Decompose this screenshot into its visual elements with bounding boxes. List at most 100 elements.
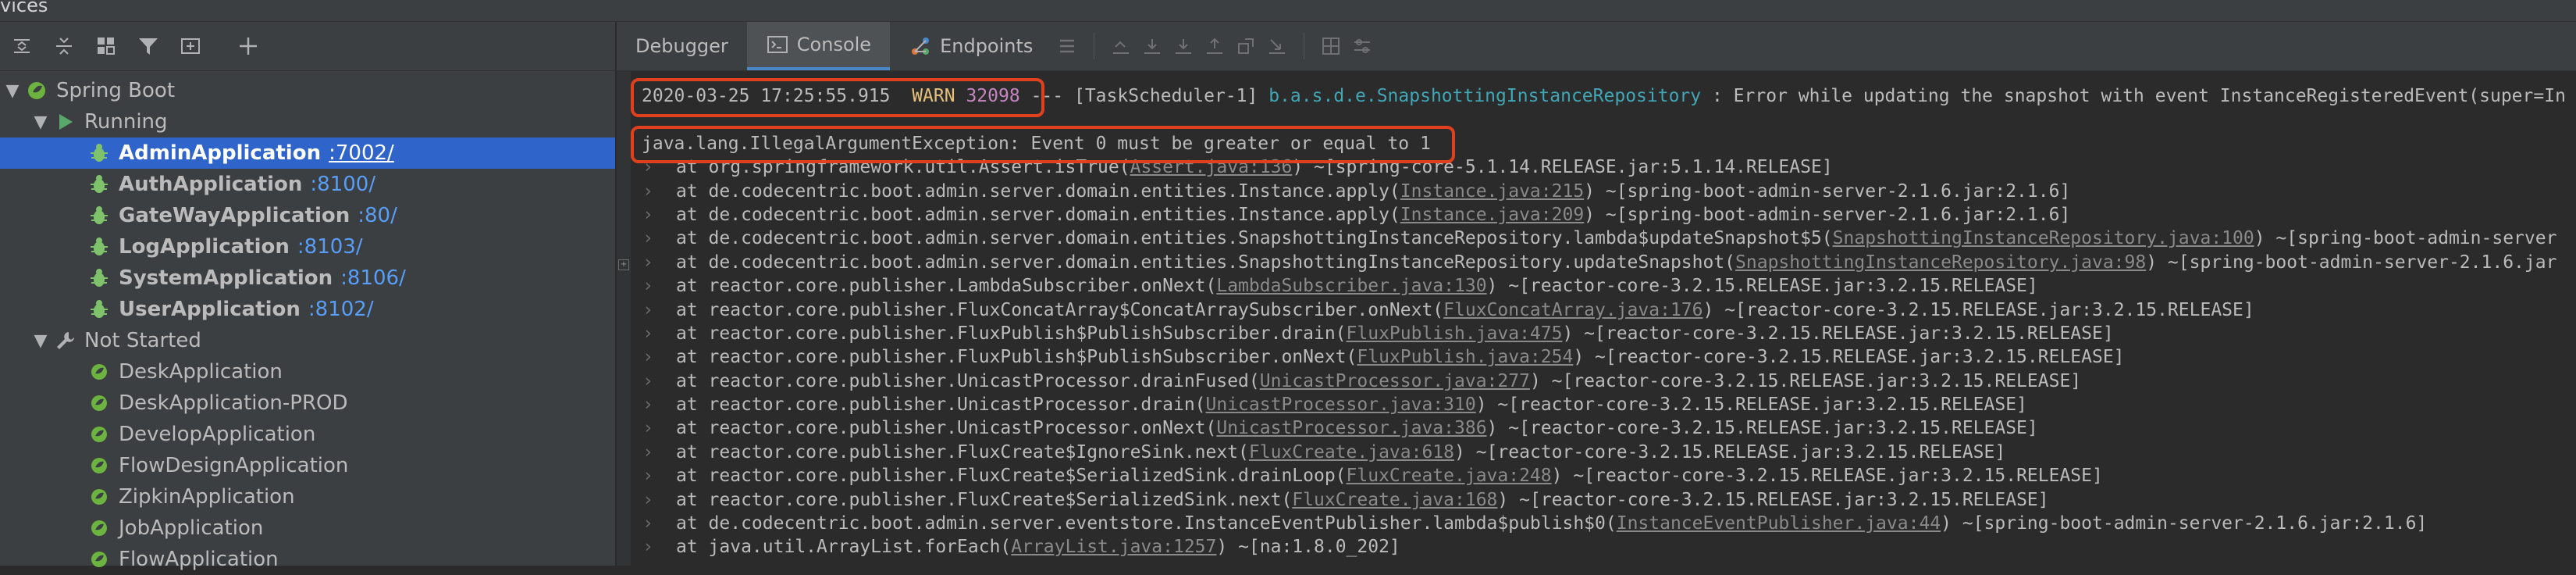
step-into-icon[interactable] xyxy=(1168,30,1199,62)
drop-frame-icon[interactable] xyxy=(1230,30,1261,62)
tree-item-flow-design-application[interactable]: FlowDesignApplication xyxy=(0,450,615,481)
source-link[interactable]: Instance.java:209 xyxy=(1400,205,1584,225)
console-output[interactable]: 2020-03-25 17:25:55.915 WARN 32098 --- [… xyxy=(631,78,2576,559)
tree-node-running[interactable]: ▼ Running xyxy=(0,106,615,138)
tree-item-develop-application[interactable]: DevelopApplication xyxy=(0,419,615,450)
stack-frame-line: › at de.codecentric.boot.admin.server.dom… xyxy=(631,180,2576,203)
chevron-right-icon[interactable]: › xyxy=(631,322,665,345)
source-link[interactable]: FluxCreate.java:168 xyxy=(1292,490,1497,510)
chevron-right-icon[interactable]: › xyxy=(631,488,665,512)
chevron-right-icon[interactable]: › xyxy=(631,416,665,440)
evaluate-expression-icon[interactable] xyxy=(1315,30,1347,62)
stack-frame-jar: ) ~[reactor-core-3.2.15.RELEASE.jar:3.2.… xyxy=(1497,489,2049,510)
tree-item-job-application[interactable]: JobApplication xyxy=(0,512,615,544)
tree-item-flow-application[interactable]: FlowApplication xyxy=(0,544,615,575)
chevron-right-icon[interactable]: › xyxy=(631,298,665,322)
stack-frame-method: at java.util.ArrayList.forEach( xyxy=(676,537,1012,558)
tab-endpoints[interactable]: Endpoints xyxy=(890,22,1051,70)
tree-item-zipkin-application[interactable]: ZipkinApplication xyxy=(0,481,615,512)
step-out-icon[interactable] xyxy=(1199,30,1230,62)
chevron-right-icon[interactable]: › xyxy=(631,393,665,416)
tree-item-user-application[interactable]: UserApplication :8102/ xyxy=(0,294,615,325)
source-link[interactable]: FluxPublish.java:475 xyxy=(1347,323,1563,344)
tree-node-spring-boot[interactable]: ▼ Spring Boot xyxy=(0,75,615,106)
chevron-right-icon[interactable]: › xyxy=(631,180,665,203)
chevron-right-icon[interactable]: › xyxy=(631,370,665,393)
source-link[interactable]: SnapshottingInstanceRepository.java:100 xyxy=(1833,228,2254,248)
layout-menu-icon[interactable] xyxy=(1051,30,1083,62)
new-window-icon[interactable] xyxy=(173,29,208,63)
source-link[interactable]: SnapshottingInstanceRepository.java:98 xyxy=(1735,252,2146,273)
stack-frame-line: › at reactor.core.publisher.FluxCreate$Se… xyxy=(631,464,2576,488)
tab-console-label: Console xyxy=(796,34,872,55)
app-port-link[interactable]: :8103/ xyxy=(297,235,363,259)
tab-debugger-label: Debugger xyxy=(635,35,728,57)
expand-arrow-icon[interactable]: ▼ xyxy=(30,331,52,351)
source-link[interactable]: UnicastProcessor.java:310 xyxy=(1206,395,1476,415)
bug-run-icon xyxy=(86,234,112,260)
trace-icon[interactable] xyxy=(1347,30,1378,62)
tree-item-admin-application[interactable]: AdminApplication :7002/ xyxy=(0,138,615,169)
chevron-right-icon[interactable]: › xyxy=(631,203,665,227)
source-link[interactable]: InstanceEventPublisher.java:44 xyxy=(1617,513,1941,534)
source-link[interactable]: FluxConcatArray.java:176 xyxy=(1443,300,1703,320)
services-panel: ▼ Spring Boot ▼ Running AdminApplication… xyxy=(0,22,620,571)
group-icon[interactable] xyxy=(89,29,123,63)
tree-item-gateway-application[interactable]: GateWayApplication :80/ xyxy=(0,200,615,231)
collapse-all-icon[interactable] xyxy=(47,29,81,63)
chevron-right-icon[interactable]: › xyxy=(631,274,665,298)
source-link[interactable]: ArrayList.java:1257 xyxy=(1011,537,1216,557)
stack-frame-method: at reactor.core.publisher.UnicastProcess… xyxy=(676,418,1217,439)
tree-item-desk-application-prod[interactable]: DeskApplication-PROD xyxy=(0,388,615,419)
app-name: UserApplication xyxy=(119,298,301,321)
step-over-icon[interactable] xyxy=(1137,30,1168,62)
stack-frame-method: at reactor.core.publisher.FluxPublish$Pu… xyxy=(676,323,1347,344)
tree-item-auth-application[interactable]: AuthApplication :8100/ xyxy=(0,169,615,200)
expand-arrow-icon[interactable]: ▼ xyxy=(2,81,23,101)
tree-item-desk-application[interactable]: DeskApplication xyxy=(0,356,615,388)
chevron-right-icon[interactable]: › xyxy=(631,441,665,464)
chevron-right-icon[interactable]: › xyxy=(631,512,665,535)
source-link[interactable]: Instance.java:215 xyxy=(1400,181,1584,202)
app-port-link[interactable]: :80/ xyxy=(358,204,397,227)
app-name: DevelopApplication xyxy=(119,423,316,446)
app-port-link[interactable]: :8102/ xyxy=(308,298,374,321)
app-port-link[interactable]: :8106/ xyxy=(340,266,406,290)
run-to-cursor-icon[interactable] xyxy=(1261,30,1293,62)
output-tabs: Debugger Console Endpoints xyxy=(617,22,2576,71)
add-icon[interactable] xyxy=(231,29,265,63)
filter-icon[interactable] xyxy=(131,29,165,63)
expand-all-icon[interactable] xyxy=(5,29,39,63)
source-link[interactable]: LambdaSubscriber.java:130 xyxy=(1216,276,1486,296)
bug-run-icon xyxy=(86,296,112,323)
tree-item-log-application[interactable]: LogApplication :8103/ xyxy=(0,231,615,262)
source-link[interactable]: FluxCreate.java:248 xyxy=(1347,466,1552,486)
source-link[interactable]: FluxCreate.java:618 xyxy=(1249,442,1454,462)
stack-frame-method: at reactor.core.publisher.UnicastProcess… xyxy=(676,370,1260,391)
tree-node-not-started[interactable]: ▼ Not Started xyxy=(0,325,615,356)
source-link[interactable]: UnicastProcessor.java:386 xyxy=(1216,418,1486,438)
log-message: : Error while updating the snapshot with… xyxy=(1711,86,2566,106)
stack-frame-jar: ) ~[spring-boot-admin-server-2.1.6.jar:2… xyxy=(1584,204,2071,225)
source-link[interactable]: UnicastProcessor.java:277 xyxy=(1260,371,1530,391)
chevron-right-icon[interactable]: › xyxy=(631,251,665,274)
chevron-right-icon[interactable]: › xyxy=(631,535,665,559)
stack-frame-method: at de.codecentric.boot.admin.server.doma… xyxy=(676,228,1833,249)
stack-frame-line: › at reactor.core.publisher.UnicastProces… xyxy=(631,416,2576,440)
chevron-right-icon[interactable]: › xyxy=(631,227,665,250)
tree-item-system-application[interactable]: SystemApplication :8106/ xyxy=(0,262,615,294)
chevron-right-icon[interactable]: › xyxy=(631,464,665,488)
chevron-right-icon[interactable]: › xyxy=(631,345,665,369)
tab-console[interactable]: Console xyxy=(746,22,891,70)
tab-debugger[interactable]: Debugger xyxy=(617,22,747,70)
stack-frame-method: at reactor.core.publisher.FluxCreate$Ser… xyxy=(676,489,1293,510)
expand-arrow-icon[interactable]: ▼ xyxy=(30,112,52,132)
show-execution-point-icon[interactable] xyxy=(1105,30,1137,62)
app-port-link[interactable]: :7002/ xyxy=(329,141,394,165)
stack-frame-line: › at reactor.core.publisher.FluxCreate$Se… xyxy=(631,488,2576,512)
app-port-link[interactable]: :8100/ xyxy=(310,173,375,196)
tree-label-running: Running xyxy=(84,110,168,134)
source-link[interactable]: FluxPublish.java:254 xyxy=(1357,347,1573,367)
fold-marker-icon[interactable]: + xyxy=(618,259,629,270)
services-toolbar xyxy=(0,22,620,71)
